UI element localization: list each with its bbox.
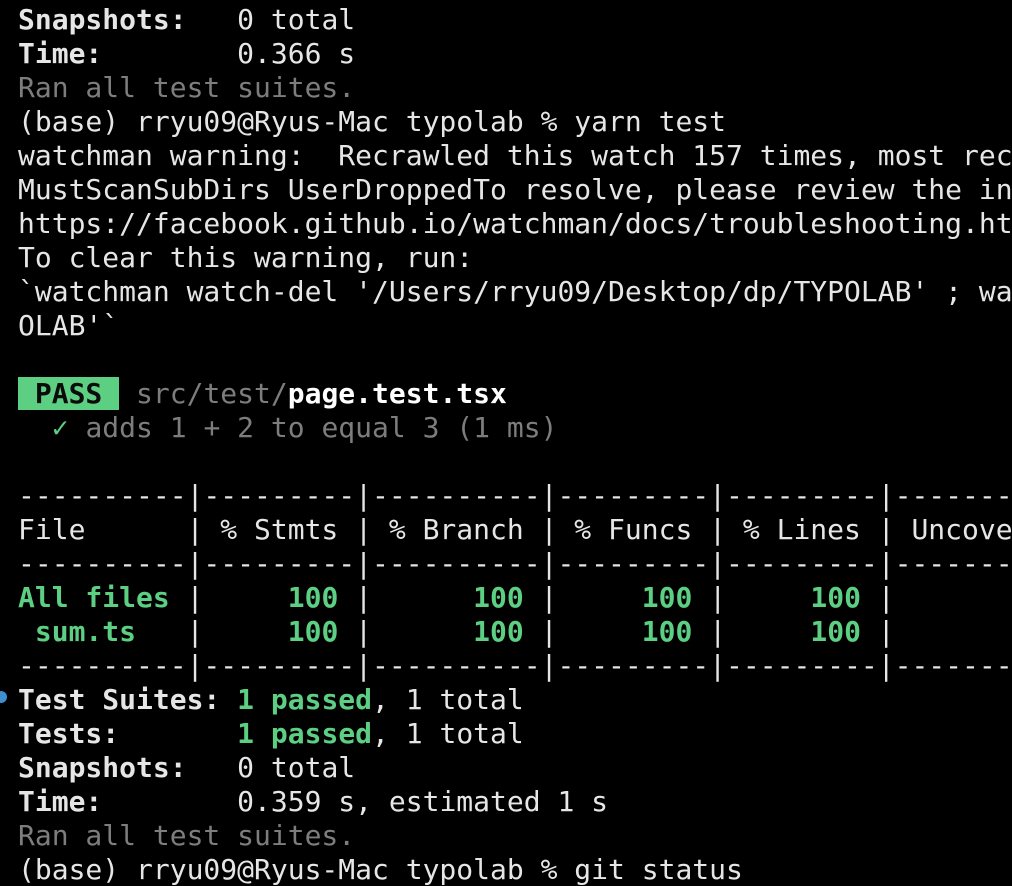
pass-line: PASS src/test/page.test.tsx (18, 377, 1012, 411)
coverage-lines: 100 (810, 615, 861, 648)
snapshots-value: 0 total (237, 3, 356, 36)
pass-badge: PASS (18, 377, 120, 410)
coverage-file: sum.ts (18, 615, 137, 648)
snapshots-value: 0 total (237, 751, 356, 784)
coverage-branch: 100 (473, 615, 524, 648)
summary-snapshots-line: Snapshots: 0 total (18, 3, 1012, 37)
coverage-header: File | % Stmts | % Branch | % Funcs | % … (18, 513, 1012, 546)
ran-all-line: Ran all test suites. (18, 71, 356, 104)
warning-command-line: OLAB'` (18, 309, 120, 342)
suites-total: , 1 total (372, 683, 524, 716)
tests-label: Tests: (18, 717, 120, 750)
summary-snapshots-line: Snapshots: 0 total (18, 751, 1012, 785)
summary-suites-line: Test Suites: 1 passed, 1 total (18, 683, 1012, 717)
snapshots-label: Snapshots: (18, 751, 187, 784)
test-case-name: adds 1 + 2 to equal 3 (1 ms) (85, 411, 558, 444)
time-value: 0.359 s, estimated 1 s (237, 785, 609, 818)
check-icon: ✓ (51, 411, 69, 444)
warning-line: MustScanSubDirs UserDroppedTo resolve, p… (18, 173, 1012, 206)
warning-line: watchman warning: Recrawled this watch 1… (18, 139, 1012, 172)
coverage-branch: 100 (473, 581, 524, 614)
ran-all-line: Ran all test suites. (18, 819, 356, 852)
coverage-funcs: 100 (641, 581, 693, 614)
tests-total: , 1 total (372, 717, 524, 750)
coverage-funcs: 100 (641, 615, 693, 648)
shell-prompt: (base) rryu09@Ryus-Mac typolab % yarn te… (18, 105, 727, 138)
coverage-separator: ----------|---------|----------|--------… (18, 649, 1012, 682)
test-path-dir: src/test/ (136, 377, 288, 410)
tests-passed: 1 passed (237, 717, 373, 750)
command-marker-icon (0, 691, 7, 703)
coverage-separator: ----------|---------|----------|--------… (18, 479, 1012, 512)
test-path-file: page.test.tsx (287, 377, 507, 410)
terminal-window[interactable]: Snapshots: 0 total Time: 0.366 s Ran all… (0, 0, 1012, 886)
suites-passed: 1 passed (237, 683, 373, 716)
coverage-row: sum.ts | 100 | 100 | 100 | 100 | (18, 615, 895, 648)
coverage-stmts: 100 (287, 581, 339, 614)
summary-time-line: Time: 0.366 s (18, 37, 1012, 71)
summary-tests-line: Tests: 1 passed, 1 total (18, 717, 1012, 751)
coverage-row: All files | 100 | 100 | 100 | 100 | (18, 581, 895, 614)
warning-link[interactable]: https://facebook.github.io/watchman/docs… (18, 207, 1012, 241)
terminal-output: Snapshots: 0 total Time: 0.366 s Ran all… (18, 3, 1012, 886)
snapshots-label: Snapshots: (18, 3, 187, 36)
summary-time-line: Time: 0.359 s, estimated 1 s (18, 785, 1012, 819)
time-value: 0.366 s (237, 37, 356, 70)
test-case-line: ✓ adds 1 + 2 to equal 3 (1 ms) (18, 411, 1012, 445)
coverage-lines: 100 (810, 581, 861, 614)
shell-prompt[interactable]: (base) rryu09@Ryus-Mac typolab % git sta… (18, 853, 1012, 886)
warning-line: To clear this warning, run: (18, 241, 474, 274)
suites-label: Test Suites: (18, 683, 221, 716)
time-label: Time: (18, 785, 103, 818)
coverage-file: All files (18, 581, 170, 614)
coverage-stmts: 100 (287, 615, 339, 648)
time-label: Time: (18, 37, 103, 70)
warning-command-line: `watchman watch-del '/Users/rryu09/Deskt… (18, 275, 1012, 308)
coverage-separator: ----------|---------|----------|--------… (18, 547, 1012, 580)
